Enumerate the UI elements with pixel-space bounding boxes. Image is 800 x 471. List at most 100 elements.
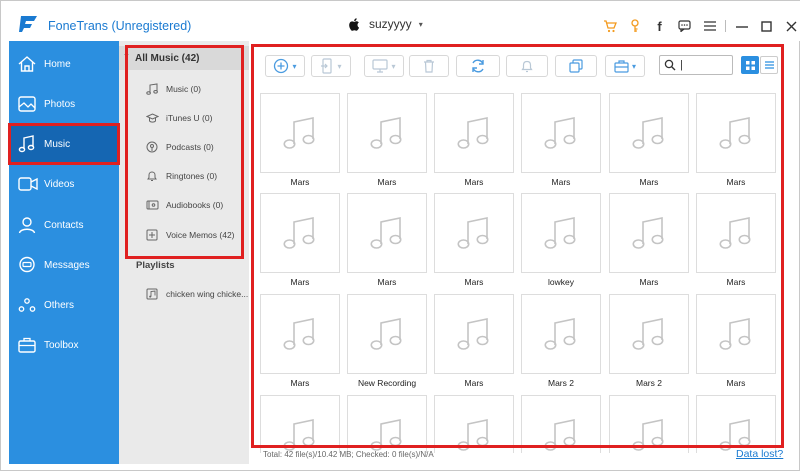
delete-button[interactable] <box>409 55 449 77</box>
music-tile[interactable]: New Recording <box>347 294 427 388</box>
chevron-down-icon: ▾ <box>631 61 636 71</box>
toolbar: ▾ ▾ ▾ ▾ | <box>249 41 787 89</box>
app-title: FoneTrans (Unregistered) <box>48 19 192 33</box>
music-grid: Mars Mars Mars Mars Mars Mars Mars Mars Mars lowk… <box>249 93 787 453</box>
sidebar-item-label: Music <box>44 138 71 150</box>
home-icon <box>18 56 36 72</box>
playlist-item[interactable]: chicken wing chicke... <box>119 283 249 305</box>
music-tile[interactable] <box>521 395 601 453</box>
music-tile-label: Mars <box>290 277 310 287</box>
music-tile[interactable]: Mars <box>260 294 340 388</box>
export-to-pc-button[interactable]: ▾ <box>364 55 404 77</box>
music-tile[interactable]: Mars <box>260 93 340 187</box>
music-tile[interactable] <box>260 395 340 453</box>
chevron-down-icon[interactable]: ▼ <box>123 53 130 60</box>
music-tile[interactable] <box>434 395 514 453</box>
bell-icon <box>147 171 157 181</box>
maximize-icon[interactable] <box>754 15 779 37</box>
sidebar-item-photos[interactable]: Photos <box>9 85 119 123</box>
sync-button[interactable] <box>456 55 500 77</box>
music-tile[interactable]: Mars <box>434 93 514 187</box>
export-to-device-button[interactable]: ▾ <box>311 55 351 77</box>
search-input[interactable]: | <box>659 55 733 75</box>
category-item-audiobooks[interactable]: Audiobooks (0) <box>119 194 249 216</box>
sidebar-item-label: Videos <box>44 178 75 190</box>
category-item-itunes-u[interactable]: iTunes U (0) <box>119 107 249 129</box>
music-note-icon <box>457 419 489 451</box>
music-thumbnail <box>696 294 776 374</box>
photo-icon <box>18 96 36 112</box>
music-note-icon <box>457 318 489 350</box>
music-tile[interactable]: Mars <box>696 93 776 187</box>
sidebar-item-toolbox[interactable]: Toolbox <box>9 326 119 364</box>
music-tile-label: Mars <box>290 378 310 388</box>
cart-icon[interactable] <box>597 15 622 37</box>
sidebar-item-contacts[interactable]: Contacts <box>9 206 119 244</box>
music-tile[interactable] <box>609 395 689 453</box>
category-item-music[interactable]: Music (0) <box>119 78 249 100</box>
sidebar-item-label: Toolbox <box>44 339 79 351</box>
sidebar-item-others[interactable]: Others <box>9 286 119 324</box>
all-music-header[interactable]: ▼ All Music (42) <box>119 46 249 70</box>
category-item-podcasts[interactable]: Podcasts (0) <box>119 136 249 158</box>
contact-icon <box>18 217 36 234</box>
add-icon <box>274 58 289 74</box>
sidebar-item-videos[interactable]: Videos <box>9 165 119 203</box>
music-tile[interactable]: Mars <box>609 193 689 287</box>
device-selector[interactable]: suzyyyy ▾ <box>349 17 423 31</box>
category-item-voice-memos[interactable]: Voice Memos (42) <box>119 224 249 246</box>
list-view-button[interactable] <box>760 56 778 74</box>
music-tile[interactable]: Mars <box>434 193 514 287</box>
music-tile[interactable]: Mars 2 <box>609 294 689 388</box>
toolbox-icon <box>614 59 629 73</box>
all-music-label: All Music (42) <box>135 53 200 64</box>
close-icon[interactable] <box>779 15 800 37</box>
data-lost-link[interactable]: Data lost? <box>736 448 783 460</box>
chevron-down-icon: ▾ <box>391 61 396 71</box>
feedback-icon[interactable] <box>672 15 697 37</box>
sidebar-item-home[interactable]: Home <box>9 45 119 83</box>
music-tile[interactable]: lowkey <box>521 193 601 287</box>
music-tile[interactable]: Mars <box>434 294 514 388</box>
copy-button[interactable] <box>555 55 597 77</box>
music-tile[interactable] <box>347 395 427 453</box>
category-item-ringtones[interactable]: Ringtones (0) <box>119 165 249 187</box>
music-thumbnail <box>347 193 427 273</box>
music-tile[interactable]: Mars <box>609 93 689 187</box>
music-thumbnail <box>609 193 689 273</box>
menu-icon[interactable] <box>697 15 722 37</box>
playlist-icon <box>146 288 158 300</box>
music-note-icon <box>283 117 315 149</box>
voice-memo-icon <box>146 229 158 241</box>
music-tile[interactable]: Mars <box>696 294 776 388</box>
fonetrans-logo-icon <box>19 16 37 32</box>
music-tile[interactable]: Mars <box>521 93 601 187</box>
category-item-label: Voice Memos (42) <box>166 230 235 240</box>
chevron-down-icon: ▾ <box>292 61 297 71</box>
music-tile-label: Mars <box>639 277 659 287</box>
music-thumbnail <box>260 294 340 374</box>
sidebar-item-music[interactable]: Music <box>9 125 119 163</box>
music-thumbnail <box>521 395 601 453</box>
grid-view-button[interactable] <box>741 56 759 74</box>
sidebar-item-messages[interactable]: Messages <box>9 246 119 284</box>
music-thumbnail <box>434 93 514 173</box>
music-tile[interactable]: Mars <box>347 93 427 187</box>
music-tile[interactable]: Mars <box>696 193 776 287</box>
music-tile[interactable] <box>696 395 776 453</box>
music-tile[interactable]: Mars <box>347 193 427 287</box>
music-tile[interactable]: Mars 2 <box>521 294 601 388</box>
facebook-icon[interactable]: f <box>647 15 672 37</box>
sidebar-item-label: Others <box>44 299 75 311</box>
music-thumbnail <box>347 93 427 173</box>
ringtone-icon <box>521 60 533 73</box>
key-icon[interactable] <box>622 15 647 37</box>
music-note-icon <box>370 117 402 149</box>
add-button[interactable]: ▾ <box>265 55 305 77</box>
music-thumbnail <box>260 395 340 453</box>
toolbox-dropdown-button[interactable]: ▾ <box>605 55 645 77</box>
category-item-label: Ringtones (0) <box>166 171 218 181</box>
music-tile[interactable]: Mars <box>260 193 340 287</box>
ringtone-button[interactable] <box>506 55 548 77</box>
minimize-icon[interactable] <box>729 15 754 37</box>
